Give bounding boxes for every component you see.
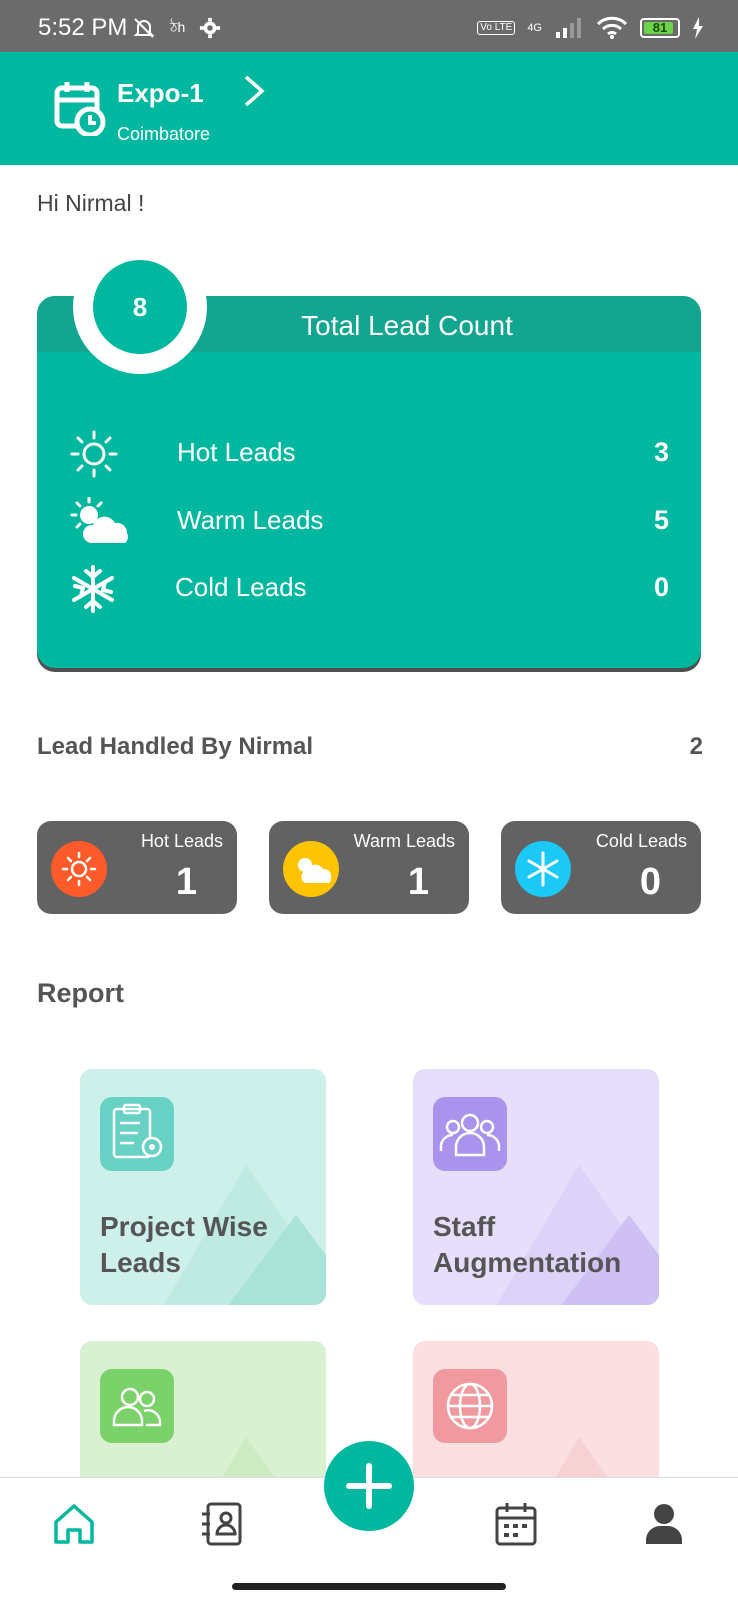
sun-icon — [51, 841, 107, 897]
snowflake-icon — [72, 565, 114, 613]
greeting: Hi Nirmal ! — [37, 190, 145, 216]
sun-cloud-icon — [70, 497, 128, 543]
cold-leads-row: Cold Leads 0 — [37, 560, 701, 616]
battery-icon: 81 — [640, 18, 680, 38]
volte-badge: Vo LTE — [477, 21, 516, 35]
chevron-right-icon[interactable] — [240, 74, 270, 108]
status-bar: 5:52 PM ঠh Vo LTE 4G 81 — [0, 0, 738, 52]
snowflake-icon — [515, 841, 571, 897]
sun-icon — [70, 430, 118, 478]
cold-leads-card[interactable]: Cold Leads 0 — [501, 821, 701, 914]
wifi-icon — [596, 16, 628, 39]
users-icon — [100, 1369, 174, 1443]
sun-cloud-icon — [283, 841, 339, 897]
globe-icon — [433, 1369, 507, 1443]
plus-icon — [346, 1463, 392, 1509]
contacts-icon[interactable] — [198, 1500, 246, 1548]
network-type: 4G — [527, 22, 542, 34]
warm-leads-row: Warm Leads 5 — [37, 493, 701, 549]
mute-bell-icon — [133, 18, 155, 38]
app-notification-icon: ঠh — [170, 19, 186, 35]
event-location: Coimbatore — [117, 124, 211, 144]
handled-count: 2 — [689, 733, 703, 760]
home-icon[interactable] — [50, 1500, 98, 1548]
add-lead-button[interactable] — [324, 1441, 414, 1531]
project-wise-leads-tile[interactable]: Project Wise Leads — [80, 1069, 326, 1305]
signal-icon — [556, 18, 581, 38]
warm-leads-card[interactable]: Warm Leads 1 — [269, 821, 469, 914]
charging-icon — [693, 17, 703, 39]
calendar-icon[interactable] — [492, 1500, 540, 1548]
hot-leads-card[interactable]: Hot Leads 1 — [37, 821, 237, 914]
gear-icon — [200, 17, 221, 39]
status-time: 5:52 PM — [38, 14, 128, 41]
hot-leads-row: Hot Leads 3 — [37, 425, 701, 481]
card-title: Total Lead Count — [301, 310, 513, 341]
staff-augmentation-tile[interactable]: Staff Augmentation — [413, 1069, 659, 1305]
home-indicator[interactable] — [232, 1583, 506, 1590]
report-title: Report — [37, 978, 124, 1008]
profile-icon[interactable] — [640, 1500, 688, 1548]
event-title: Expo-1 — [117, 78, 204, 108]
handled-title: Lead Handled By Nirmal — [37, 733, 314, 760]
team-icon — [433, 1097, 507, 1171]
event-header[interactable]: Expo-1 Coimbatore — [0, 52, 738, 165]
clipboard-gear-icon — [100, 1097, 174, 1171]
calendar-clock-icon — [54, 82, 106, 136]
total-count-badge: 8 — [93, 260, 187, 354]
